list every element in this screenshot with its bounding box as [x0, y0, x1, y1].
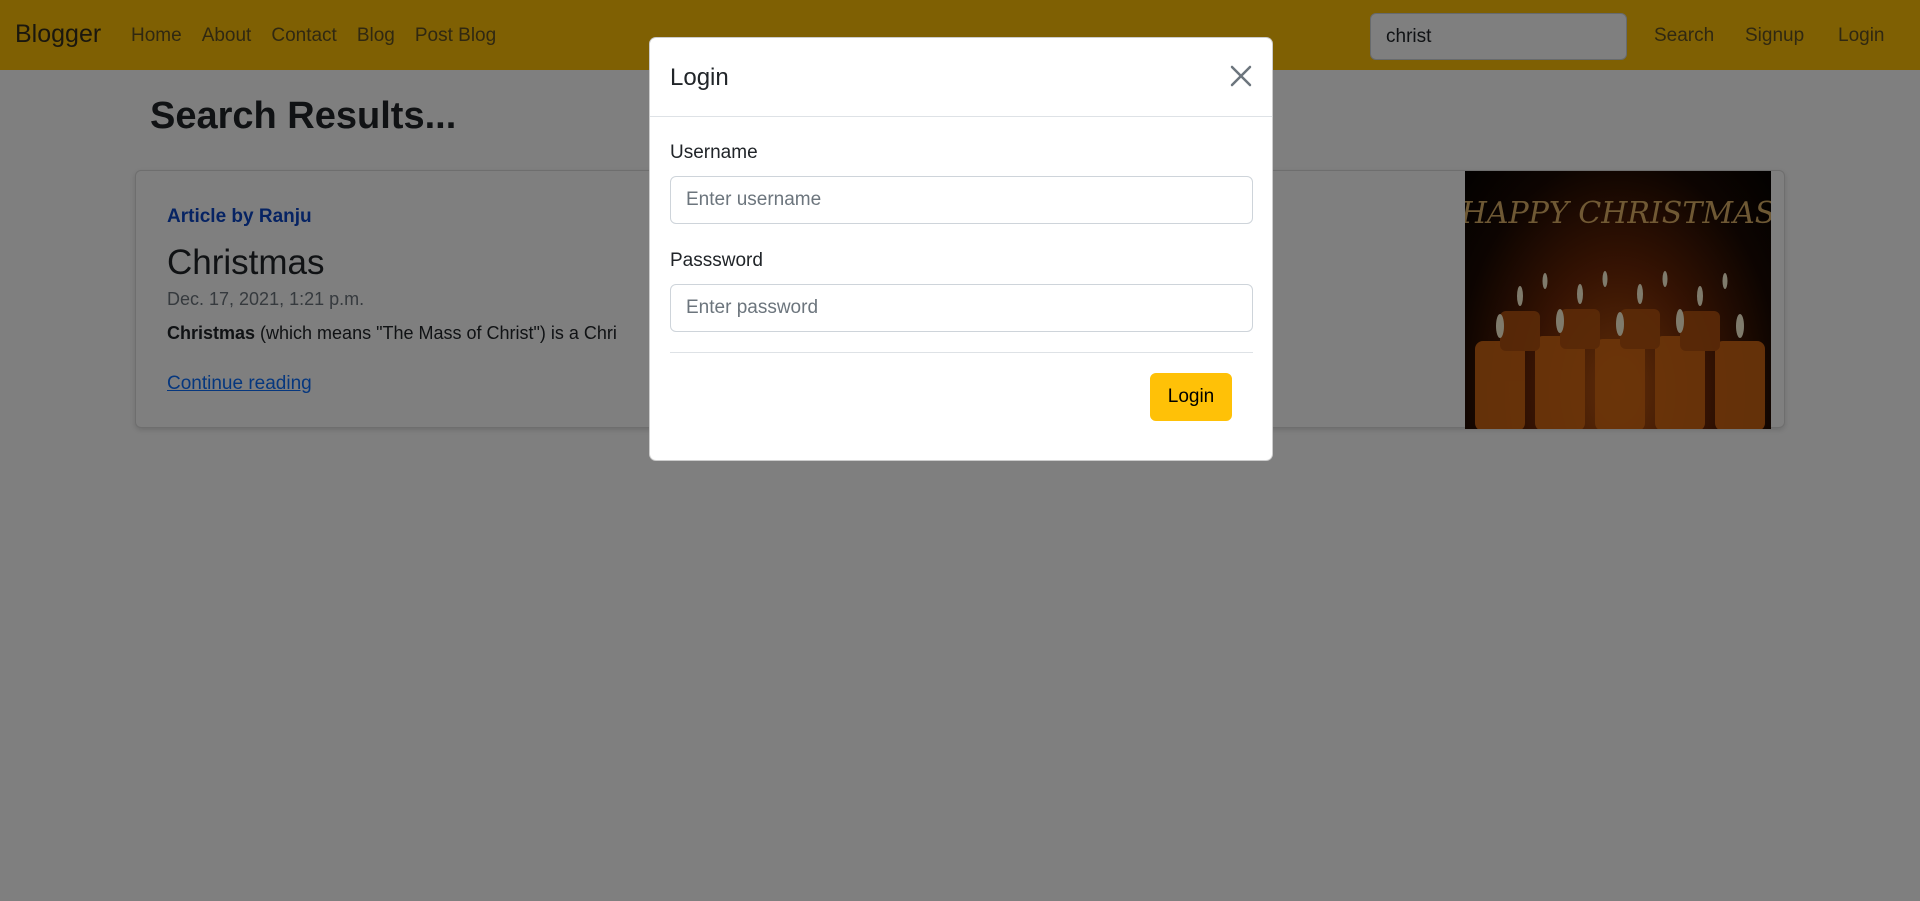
modal-header: Login	[650, 38, 1272, 117]
modal-footer-divider	[670, 352, 1253, 353]
password-field[interactable]	[670, 284, 1253, 332]
close-icon[interactable]	[1227, 62, 1255, 90]
modal-title: Login	[670, 64, 729, 91]
login-submit-button[interactable]: Login	[1150, 373, 1232, 421]
username-field[interactable]	[670, 176, 1253, 224]
password-label: Passsword	[670, 250, 763, 271]
username-label: Username	[670, 142, 758, 163]
login-modal: Login Username Passsword Login	[649, 37, 1273, 461]
